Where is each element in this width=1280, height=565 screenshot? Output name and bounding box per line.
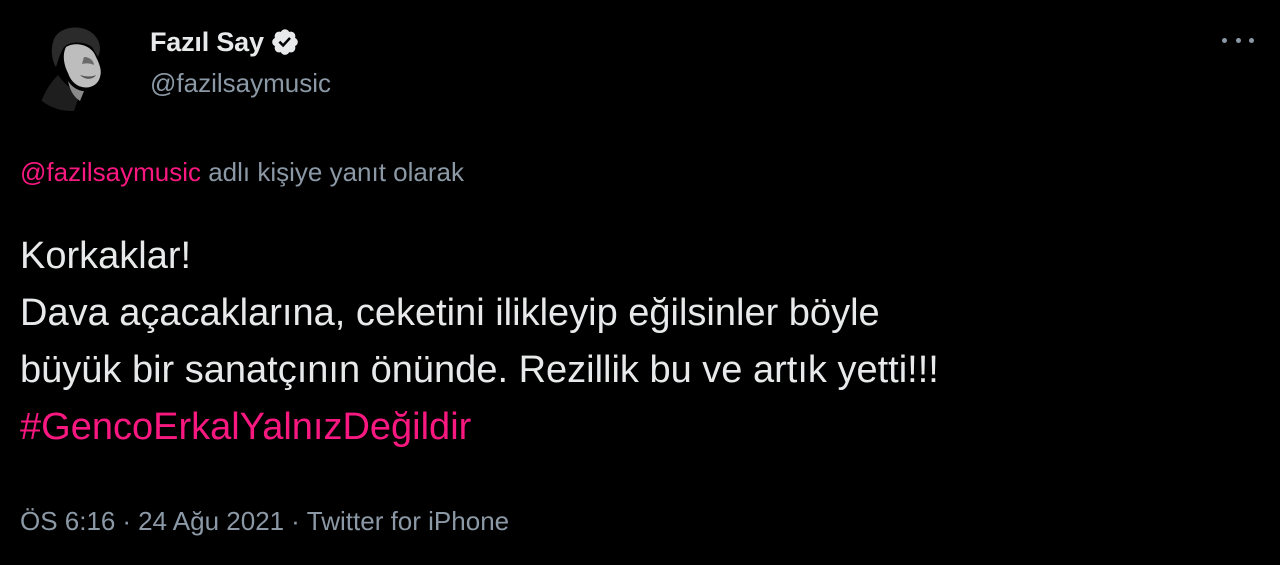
tweet-card: Fazıl Say @fazilsaymusic @fazilsaymusic … (0, 0, 1280, 565)
tweet-metadata: ÖS 6:16 · 24 Ağu 2021 · Twitter for iPhone (20, 506, 509, 537)
author-display-name[interactable]: Fazıl Say (150, 27, 264, 58)
meta-separator: · (122, 506, 132, 536)
reply-context-text: adlı kişiye yanıt olarak (200, 157, 464, 187)
dot-icon (1235, 37, 1241, 43)
reply-context: @fazilsaymusic adlı kişiye yanıt olarak (20, 157, 464, 188)
tweet-text-line: büyük bir sanatçının önünde. Rezillik bu… (20, 349, 939, 391)
reply-mention-link[interactable]: @fazilsaymusic (20, 157, 201, 187)
more-options-icon[interactable] (1222, 30, 1254, 50)
author-name-row: Fazıl Say (150, 24, 300, 60)
avatar[interactable] (24, 17, 118, 111)
tweet-text-line: Korkaklar! (20, 235, 192, 277)
tweet-text-line: Dava açacaklarına, ceketini ilikleyip eğ… (20, 292, 880, 334)
dot-icon (1249, 37, 1254, 43)
tweet-date[interactable]: 24 Ağu 2021 (138, 506, 284, 536)
avatar-image (24, 17, 118, 111)
tweet-time[interactable]: ÖS 6:16 (20, 506, 115, 536)
verified-badge-icon (270, 27, 300, 57)
author-handle[interactable]: @fazilsaymusic (150, 68, 331, 99)
hashtag-link[interactable]: #GencoErkalYalnızDeğildir (20, 399, 1265, 456)
tweet-text: Korkaklar! Dava açacaklarına, ceketini i… (20, 228, 1265, 456)
tweet-source-link[interactable]: Twitter for iPhone (307, 506, 509, 536)
dot-icon (1222, 37, 1227, 43)
meta-separator: · (291, 506, 300, 536)
